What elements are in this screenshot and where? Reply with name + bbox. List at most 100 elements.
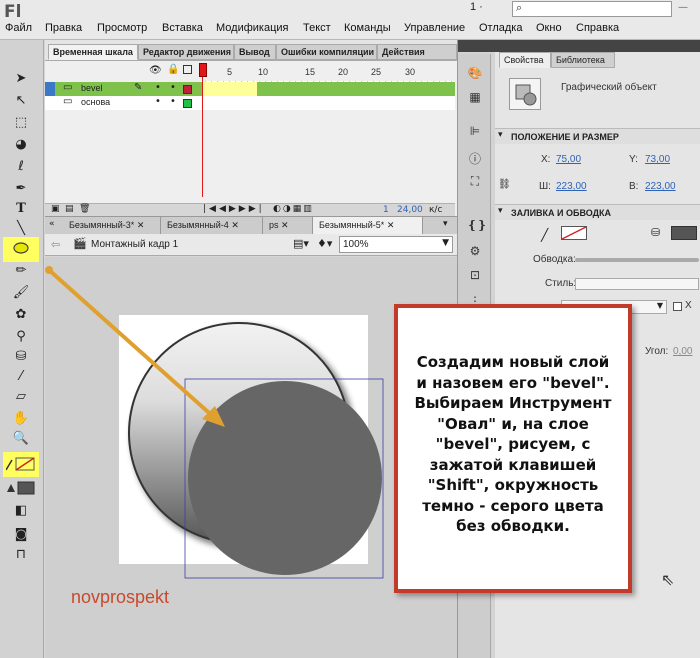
search-input[interactable]: ⌕: [512, 1, 672, 17]
section-position-size[interactable]: ПОЛОЖЕНИЕ И РАЗМЕР: [495, 128, 700, 144]
eye-icon[interactable]: 👁: [149, 65, 162, 76]
transform-panel-icon[interactable]: ⛶: [467, 174, 483, 190]
onion-skin-icons[interactable]: ◐◑▦▥: [273, 204, 314, 214]
tab-doc-active[interactable]: Безымянный-5* ✕: [313, 217, 423, 234]
lasso-tool-icon[interactable]: ℓ: [11, 158, 31, 176]
tab-doc[interactable]: Безымянный-3* ✕: [63, 217, 161, 234]
stroke-color-swatch[interactable]: [5, 456, 38, 474]
fill-color-swatch[interactable]: [671, 226, 697, 240]
snap-magnet-icon[interactable]: ⊓: [11, 546, 31, 564]
edit-scene-icon[interactable]: ▤▾: [293, 237, 309, 250]
line-tool-icon[interactable]: ╲: [11, 220, 31, 238]
code-snippets-icon[interactable]: ❴❵: [467, 218, 487, 234]
3d-rotation-tool-icon[interactable]: ◕: [11, 136, 31, 154]
object-drawing-icon[interactable]: ◙: [11, 526, 31, 544]
eraser-tool-icon[interactable]: ▱: [11, 388, 31, 406]
tab-output[interactable]: Вывод: [234, 44, 276, 60]
layer-color-swatch[interactable]: [183, 85, 192, 94]
tab-compiler-errors[interactable]: Ошибки компиляции: [276, 44, 377, 60]
visibility-dot[interactable]: •: [155, 96, 161, 107]
free-transform-tool-icon[interactable]: ⬚: [11, 114, 31, 132]
layer-name[interactable]: bevel: [81, 83, 103, 93]
lock-dot[interactable]: •: [170, 82, 176, 93]
edit-symbol-icon[interactable]: ♦▾: [317, 237, 332, 250]
menu-file[interactable]: Файл: [5, 22, 32, 34]
info-panel-icon[interactable]: ⓘ: [467, 150, 483, 166]
selection-tool-icon[interactable]: ➤: [11, 70, 31, 88]
visibility-dot[interactable]: •: [155, 82, 161, 93]
new-layer-icon[interactable]: ▣: [51, 204, 60, 214]
tab-doc[interactable]: Безымянный-4 ✕: [161, 217, 263, 234]
layer-color-swatch[interactable]: [183, 99, 192, 108]
lock-proportions-icon[interactable]: ⛓: [498, 179, 511, 190]
instruction-callout: Создадим новый слой и назовем его "bevel…: [394, 304, 632, 593]
menu-edit[interactable]: Правка: [45, 22, 82, 34]
tab-properties[interactable]: Свойства: [499, 52, 551, 68]
tab-timeline[interactable]: Временная шкала: [48, 44, 138, 60]
text-tool-icon[interactable]: T: [11, 200, 31, 218]
paint-bucket-icon[interactable]: ⛁: [11, 348, 31, 366]
layer-name[interactable]: основа: [81, 97, 110, 107]
outline-icon[interactable]: [183, 65, 192, 74]
dark-circle[interactable]: [188, 381, 382, 575]
lock-icon[interactable]: 🔒: [167, 64, 179, 75]
brush-tool-icon[interactable]: 🖌: [11, 284, 31, 302]
pencil-tool-icon[interactable]: ✏: [11, 262, 31, 280]
hinting-checkbox[interactable]: [673, 302, 682, 311]
new-folder-icon[interactable]: ▤: [65, 204, 74, 214]
stroke-style-select[interactable]: [575, 278, 699, 290]
tabs-scroll-left-icon[interactable]: «: [49, 219, 55, 229]
angle-value[interactable]: 0,00: [673, 346, 692, 357]
x-value[interactable]: 75,00: [556, 154, 581, 165]
menu-modify[interactable]: Модификация: [216, 22, 289, 34]
stroke-width-slider[interactable]: [575, 258, 699, 262]
bone-tool-icon[interactable]: ⚲: [11, 328, 31, 346]
playhead-handle[interactable]: [199, 63, 207, 77]
fill-color-swatch[interactable]: [6, 480, 38, 498]
y-value[interactable]: 73,00: [645, 154, 670, 165]
stroke-color-swatch[interactable]: [561, 226, 587, 240]
menu-help[interactable]: Справка: [576, 22, 619, 34]
zoom-tool-icon[interactable]: 🔍: [11, 430, 31, 448]
tabs-menu-icon[interactable]: ▾: [443, 219, 448, 229]
menu-window[interactable]: Окно: [536, 22, 562, 34]
menu-view[interactable]: Просмотр: [97, 22, 147, 34]
subselection-tool-icon[interactable]: ↖: [11, 92, 31, 110]
color-panel-icon[interactable]: 🎨: [467, 66, 483, 82]
hand-tool-icon[interactable]: ✋: [11, 410, 31, 428]
playback-controls[interactable]: |◀◀▶▶▶|: [203, 204, 265, 214]
swatches-panel-icon[interactable]: ▦: [467, 90, 483, 106]
pen-tool-icon[interactable]: ✒: [11, 180, 31, 198]
scene-label[interactable]: Монтажный кадр 1: [91, 239, 178, 250]
playhead[interactable]: [202, 65, 203, 197]
motion-presets-icon[interactable]: ⊡: [467, 268, 483, 284]
tab-doc[interactable]: ps ✕: [263, 217, 313, 234]
workspace-select[interactable]: 1 ·: [470, 1, 500, 17]
section-fill-stroke[interactable]: ЗАЛИВКА И ОБВОДКА: [495, 204, 700, 220]
menu-control[interactable]: Управление: [404, 22, 465, 34]
zoom-select[interactable]: 100% ▼: [339, 236, 453, 253]
layer-row-bevel[interactable]: ▭ bevel ✎ • •: [45, 82, 455, 96]
current-frame[interactable]: 1: [383, 205, 389, 215]
tab-library[interactable]: Библиотека: [551, 52, 615, 68]
oval-tool-icon[interactable]: [11, 240, 31, 258]
lock-dot[interactable]: •: [170, 96, 176, 107]
w-value[interactable]: 223,00: [556, 181, 587, 192]
back-arrow-icon[interactable]: ⇦: [51, 238, 60, 251]
menu-text[interactable]: Текст: [303, 22, 331, 34]
align-panel-icon[interactable]: ⊫: [467, 124, 483, 140]
layer-row-osnova[interactable]: ▭ основа • •: [45, 96, 455, 110]
delete-layer-icon[interactable]: 🗑: [79, 204, 90, 214]
eyedropper-tool-icon[interactable]: ⁄: [11, 368, 31, 386]
frame-rate[interactable]: 24,00: [397, 205, 423, 215]
h-value[interactable]: 223,00: [645, 181, 676, 192]
swap-colors-icon[interactable]: ◧: [11, 502, 31, 520]
components-icon[interactable]: ⚙: [467, 244, 483, 260]
menu-debug[interactable]: Отладка: [479, 22, 522, 34]
menu-insert[interactable]: Вставка: [162, 22, 203, 34]
deco-tool-icon[interactable]: ✿: [11, 306, 31, 324]
tab-actions[interactable]: Действия: [377, 44, 457, 60]
tab-motion-editor[interactable]: Редактор движения: [138, 44, 234, 60]
menu-commands[interactable]: Команды: [344, 22, 391, 34]
minimize-icon[interactable]: —: [678, 2, 688, 13]
